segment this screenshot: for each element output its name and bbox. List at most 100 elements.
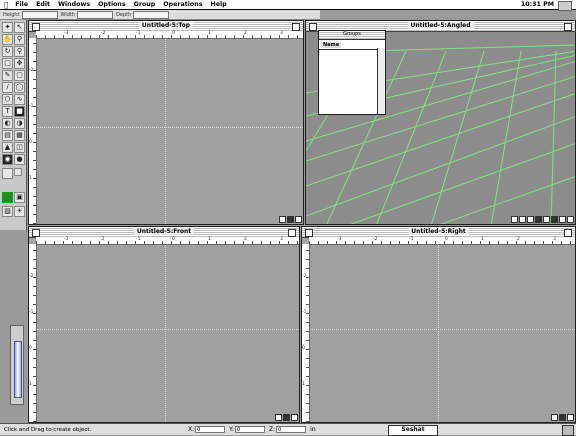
x-axis-guide — [310, 329, 575, 330]
rectangle-tool-icon[interactable]: ▢ — [14, 70, 25, 81]
zoom-box-icon[interactable] — [288, 229, 296, 237]
canvas-front[interactable] — [37, 245, 299, 422]
z-label: Z: — [269, 426, 276, 433]
y-coordinate-field[interactable]: 0 — [235, 426, 266, 433]
zoom-box-icon[interactable] — [564, 23, 572, 31]
window-top-view: Untitled-5:Top -3 -2 -1 0 1 2 3 -2 -1 0 … — [28, 20, 304, 225]
menu-operations[interactable]: Operations — [159, 1, 206, 8]
close-box-icon[interactable] — [32, 23, 40, 31]
render-tool-icon[interactable]: ▣ — [14, 192, 25, 203]
view-control-button[interactable] — [519, 216, 526, 223]
groups-scrollbar[interactable] — [377, 48, 385, 114]
hand-tool-icon[interactable]: ✋ — [2, 34, 13, 45]
view-control-button[interactable] — [527, 216, 534, 223]
apple-menu-icon[interactable]:  — [0, 1, 11, 9]
view-control-button[interactable] — [279, 216, 286, 223]
application-menu-icon[interactable] — [558, 1, 572, 11]
view-controls — [551, 414, 574, 421]
ruler-tick: -1 — [409, 237, 414, 242]
x-coordinate-group: X: 0 — [188, 426, 226, 433]
groups-name-column[interactable]: Name — [321, 41, 342, 48]
color-swatch-white[interactable] — [2, 168, 13, 179]
ruler-tick: -2 — [100, 237, 105, 242]
menu-file[interactable]: File — [11, 1, 32, 8]
toolbox: ✦ ↖ ✋ ⚲ ↻ ⚲ □ ✥ ✎ ▢ ∕ ◯ ⬡ ∿ T ■ ◐ ◑ ▤ ▦ … — [0, 20, 27, 230]
view-control-button[interactable] — [551, 414, 558, 421]
y-axis-guide — [165, 245, 166, 422]
lasso-tool-icon[interactable]: ✦ — [2, 22, 13, 33]
depth-slider[interactable] — [10, 325, 24, 405]
canvas-right[interactable] — [310, 245, 575, 422]
rotate-tool-icon[interactable]: ↻ — [2, 46, 13, 57]
zoom-box-icon[interactable] — [564, 229, 572, 237]
window-title-right: Untitled-5:Right — [408, 228, 469, 235]
status-hint: Click and Drag to create object. — [4, 426, 92, 433]
view-control-button[interactable] — [567, 216, 574, 223]
groups-title[interactable]: Groups — [319, 31, 385, 40]
view-control-button[interactable] — [559, 216, 566, 223]
z-coordinate-group: Z: 0 — [269, 426, 307, 433]
view-control-button[interactable] — [567, 414, 574, 421]
view-control-button[interactable] — [543, 216, 550, 223]
fill-tool-icon[interactable]: ■ — [14, 106, 25, 117]
canvas-top[interactable] — [37, 39, 303, 224]
view-tool-icon[interactable]: ▧ — [2, 206, 13, 217]
zoom-tool-icon[interactable]: ⚲ — [14, 34, 25, 45]
ruler-tick: -1 — [136, 31, 141, 36]
magnify-tool-icon[interactable]: ⚲ — [14, 46, 25, 57]
menu-group[interactable]: Group — [130, 1, 160, 8]
lathe-tool-icon[interactable]: ◐ — [2, 118, 13, 129]
height-field-group: Height — [3, 10, 58, 19]
text-tool-icon[interactable]: T — [2, 106, 13, 117]
width-field-group: Width — [61, 10, 114, 19]
seshat-label[interactable]: Seshat — [388, 425, 438, 436]
color-swatch-green[interactable] — [2, 192, 13, 203]
y-axis-guide — [165, 39, 166, 224]
close-box-icon[interactable] — [309, 23, 317, 31]
trash-icon[interactable] — [562, 425, 574, 436]
polygon-tool-icon[interactable]: ⬡ — [2, 94, 13, 105]
ruler-tick: -1 — [302, 310, 307, 315]
window-title-front: Untitled-5:Front — [133, 228, 195, 235]
arrow-tool-icon[interactable]: ↖ — [14, 22, 25, 33]
ruler-tick: 0 — [172, 237, 175, 242]
view-control-button[interactable] — [291, 414, 298, 421]
menu-help[interactable]: Help — [206, 1, 230, 8]
menu-edit[interactable]: Edit — [32, 1, 54, 8]
spline-tool-icon[interactable]: ∿ — [14, 94, 25, 105]
menu-windows[interactable]: Windows — [54, 1, 94, 8]
sweep-tool-icon[interactable]: ◑ — [14, 118, 25, 129]
view-control-button[interactable] — [295, 216, 302, 223]
close-box-icon[interactable] — [32, 229, 40, 237]
view-control-button[interactable] — [551, 216, 558, 223]
cylinder-tool-icon[interactable]: ◫ — [14, 142, 25, 153]
color-swatch-small[interactable] — [14, 168, 22, 176]
view-control-button[interactable] — [511, 216, 518, 223]
close-box-icon[interactable] — [305, 229, 313, 237]
cone-tool-icon[interactable]: ▲ — [2, 142, 13, 153]
width-field[interactable] — [77, 10, 114, 19]
view-control-button[interactable] — [559, 414, 566, 421]
zoom-box-icon[interactable] — [292, 23, 300, 31]
view-control-button[interactable] — [275, 414, 282, 421]
sphere-tool-icon[interactable]: ● — [14, 154, 25, 165]
z-coordinate-field[interactable]: 0 — [276, 426, 307, 433]
light-tool-icon[interactable]: ☀ — [14, 206, 25, 217]
view-control-button[interactable] — [287, 216, 294, 223]
pen-tool-icon[interactable]: ✎ — [2, 70, 13, 81]
oval-tool-icon[interactable]: ◯ — [14, 82, 25, 93]
scale-tool-icon[interactable]: □ — [2, 58, 13, 69]
depth-field[interactable] — [133, 10, 170, 19]
skin-tool-icon[interactable]: ▦ — [14, 130, 25, 141]
menu-options[interactable]: Options — [94, 1, 130, 8]
line-tool-icon[interactable]: ∕ — [2, 82, 13, 93]
camera-tool-icon[interactable]: ◉ — [2, 154, 13, 165]
ruler-tick: 2 — [244, 237, 247, 242]
height-field[interactable] — [21, 10, 58, 19]
ruler-tick: -3 — [64, 237, 69, 242]
view-control-button[interactable] — [535, 216, 542, 223]
x-coordinate-field[interactable]: 0 — [195, 426, 226, 433]
move-tool-icon[interactable]: ✥ — [14, 58, 25, 69]
view-control-button[interactable] — [283, 414, 290, 421]
extrude-tool-icon[interactable]: ▤ — [2, 130, 13, 141]
